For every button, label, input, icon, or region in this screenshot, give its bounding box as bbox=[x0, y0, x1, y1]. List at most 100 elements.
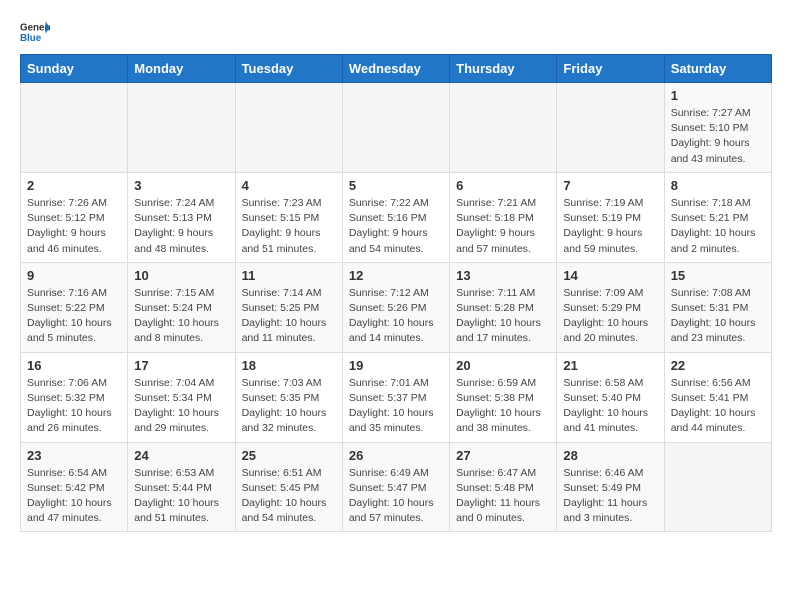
calendar-cell bbox=[128, 83, 235, 173]
calendar-cell: 7 Sunrise: 7:19 AMSunset: 5:19 PMDaylight… bbox=[557, 172, 664, 262]
day-number: 26 bbox=[349, 448, 443, 463]
weekday-header: Thursday bbox=[450, 55, 557, 83]
day-detail: Sunrise: 7:26 AMSunset: 5:12 PMDaylight:… bbox=[27, 196, 121, 257]
calendar-table: SundayMondayTuesdayWednesdayThursdayFrid… bbox=[20, 54, 772, 532]
day-number: 8 bbox=[671, 178, 765, 193]
day-detail: Sunrise: 7:06 AMSunset: 5:32 PMDaylight:… bbox=[27, 376, 121, 437]
day-number: 20 bbox=[456, 358, 550, 373]
calendar-cell: 9 Sunrise: 7:16 AMSunset: 5:22 PMDaylight… bbox=[21, 262, 128, 352]
day-number: 19 bbox=[349, 358, 443, 373]
day-number: 5 bbox=[349, 178, 443, 193]
day-detail: Sunrise: 7:03 AMSunset: 5:35 PMDaylight:… bbox=[242, 376, 336, 437]
calendar-cell bbox=[664, 442, 771, 532]
day-detail: Sunrise: 6:54 AMSunset: 5:42 PMDaylight:… bbox=[27, 466, 121, 527]
calendar-week-row: 1 Sunrise: 7:27 AMSunset: 5:10 PMDaylight… bbox=[21, 83, 772, 173]
calendar-cell: 26 Sunrise: 6:49 AMSunset: 5:47 PMDayligh… bbox=[342, 442, 449, 532]
calendar-cell: 2 Sunrise: 7:26 AMSunset: 5:12 PMDaylight… bbox=[21, 172, 128, 262]
day-number: 25 bbox=[242, 448, 336, 463]
logo: General Blue bbox=[20, 20, 50, 44]
day-detail: Sunrise: 7:27 AMSunset: 5:10 PMDaylight:… bbox=[671, 106, 765, 167]
calendar-cell: 12 Sunrise: 7:12 AMSunset: 5:26 PMDayligh… bbox=[342, 262, 449, 352]
day-detail: Sunrise: 7:21 AMSunset: 5:18 PMDaylight:… bbox=[456, 196, 550, 257]
calendar-cell: 20 Sunrise: 6:59 AMSunset: 5:38 PMDayligh… bbox=[450, 352, 557, 442]
calendar-cell: 19 Sunrise: 7:01 AMSunset: 5:37 PMDayligh… bbox=[342, 352, 449, 442]
day-number: 28 bbox=[563, 448, 657, 463]
day-number: 2 bbox=[27, 178, 121, 193]
calendar-cell: 15 Sunrise: 7:08 AMSunset: 5:31 PMDayligh… bbox=[664, 262, 771, 352]
page-header: General Blue bbox=[20, 20, 772, 44]
day-detail: Sunrise: 7:01 AMSunset: 5:37 PMDaylight:… bbox=[349, 376, 443, 437]
calendar-cell: 6 Sunrise: 7:21 AMSunset: 5:18 PMDaylight… bbox=[450, 172, 557, 262]
calendar-cell: 11Sunrise: 7:14 AMSunset: 5:25 PMDayligh… bbox=[235, 262, 342, 352]
day-number: 23 bbox=[27, 448, 121, 463]
calendar-cell: 23 Sunrise: 6:54 AMSunset: 5:42 PMDayligh… bbox=[21, 442, 128, 532]
day-detail: Sunrise: 6:49 AMSunset: 5:47 PMDaylight:… bbox=[349, 466, 443, 527]
day-number: 4 bbox=[242, 178, 336, 193]
calendar-cell: 13 Sunrise: 7:11 AMSunset: 5:28 PMDayligh… bbox=[450, 262, 557, 352]
day-detail: Sunrise: 6:47 AMSunset: 5:48 PMDaylight:… bbox=[456, 466, 550, 527]
weekday-header: Wednesday bbox=[342, 55, 449, 83]
day-detail: Sunrise: 7:23 AMSunset: 5:15 PMDaylight:… bbox=[242, 196, 336, 257]
day-detail: Sunrise: 7:24 AMSunset: 5:13 PMDaylight:… bbox=[134, 196, 228, 257]
day-detail: Sunrise: 7:04 AMSunset: 5:34 PMDaylight:… bbox=[134, 376, 228, 437]
calendar-body: 1 Sunrise: 7:27 AMSunset: 5:10 PMDaylight… bbox=[21, 83, 772, 532]
day-number: 11 bbox=[242, 268, 336, 283]
day-number: 15 bbox=[671, 268, 765, 283]
calendar-cell: 21 Sunrise: 6:58 AMSunset: 5:40 PMDayligh… bbox=[557, 352, 664, 442]
calendar-cell: 10 Sunrise: 7:15 AMSunset: 5:24 PMDayligh… bbox=[128, 262, 235, 352]
weekday-row: SundayMondayTuesdayWednesdayThursdayFrid… bbox=[21, 55, 772, 83]
day-number: 7 bbox=[563, 178, 657, 193]
calendar-cell bbox=[235, 83, 342, 173]
svg-text:Blue: Blue bbox=[20, 33, 42, 44]
day-detail: Sunrise: 6:46 AMSunset: 5:49 PMDaylight:… bbox=[563, 466, 657, 527]
day-detail: Sunrise: 6:56 AMSunset: 5:41 PMDaylight:… bbox=[671, 376, 765, 437]
day-detail: Sunrise: 6:58 AMSunset: 5:40 PMDaylight:… bbox=[563, 376, 657, 437]
calendar-cell: 3 Sunrise: 7:24 AMSunset: 5:13 PMDaylight… bbox=[128, 172, 235, 262]
day-detail: Sunrise: 6:59 AMSunset: 5:38 PMDaylight:… bbox=[456, 376, 550, 437]
calendar-cell: 1 Sunrise: 7:27 AMSunset: 5:10 PMDaylight… bbox=[664, 83, 771, 173]
logo-icon: General Blue bbox=[20, 20, 50, 44]
day-detail: Sunrise: 7:18 AMSunset: 5:21 PMDaylight:… bbox=[671, 196, 765, 257]
weekday-header: Sunday bbox=[21, 55, 128, 83]
day-detail: Sunrise: 6:53 AMSunset: 5:44 PMDaylight:… bbox=[134, 466, 228, 527]
calendar-header: SundayMondayTuesdayWednesdayThursdayFrid… bbox=[21, 55, 772, 83]
day-detail: Sunrise: 7:16 AMSunset: 5:22 PMDaylight:… bbox=[27, 286, 121, 347]
calendar-cell: 5 Sunrise: 7:22 AMSunset: 5:16 PMDaylight… bbox=[342, 172, 449, 262]
day-number: 14 bbox=[563, 268, 657, 283]
calendar-cell bbox=[21, 83, 128, 173]
day-detail: Sunrise: 7:09 AMSunset: 5:29 PMDaylight:… bbox=[563, 286, 657, 347]
day-detail: Sunrise: 7:19 AMSunset: 5:19 PMDaylight:… bbox=[563, 196, 657, 257]
day-detail: Sunrise: 7:22 AMSunset: 5:16 PMDaylight:… bbox=[349, 196, 443, 257]
day-detail: Sunrise: 7:11 AMSunset: 5:28 PMDaylight:… bbox=[456, 286, 550, 347]
day-number: 12 bbox=[349, 268, 443, 283]
calendar-cell: 16 Sunrise: 7:06 AMSunset: 5:32 PMDayligh… bbox=[21, 352, 128, 442]
day-number: 18 bbox=[242, 358, 336, 373]
day-number: 13 bbox=[456, 268, 550, 283]
day-number: 3 bbox=[134, 178, 228, 193]
day-number: 1 bbox=[671, 88, 765, 103]
day-detail: Sunrise: 6:51 AMSunset: 5:45 PMDaylight:… bbox=[242, 466, 336, 527]
day-number: 21 bbox=[563, 358, 657, 373]
day-detail: Sunrise: 7:15 AMSunset: 5:24 PMDaylight:… bbox=[134, 286, 228, 347]
calendar-cell bbox=[342, 83, 449, 173]
day-number: 9 bbox=[27, 268, 121, 283]
day-detail: Sunrise: 7:08 AMSunset: 5:31 PMDaylight:… bbox=[671, 286, 765, 347]
day-number: 22 bbox=[671, 358, 765, 373]
calendar-cell: 4 Sunrise: 7:23 AMSunset: 5:15 PMDaylight… bbox=[235, 172, 342, 262]
weekday-header: Friday bbox=[557, 55, 664, 83]
weekday-header: Saturday bbox=[664, 55, 771, 83]
calendar-week-row: 2 Sunrise: 7:26 AMSunset: 5:12 PMDaylight… bbox=[21, 172, 772, 262]
day-number: 16 bbox=[27, 358, 121, 373]
day-number: 6 bbox=[456, 178, 550, 193]
day-number: 17 bbox=[134, 358, 228, 373]
calendar-cell: 17 Sunrise: 7:04 AMSunset: 5:34 PMDayligh… bbox=[128, 352, 235, 442]
day-number: 10 bbox=[134, 268, 228, 283]
day-detail: Sunrise: 7:12 AMSunset: 5:26 PMDaylight:… bbox=[349, 286, 443, 347]
weekday-header: Tuesday bbox=[235, 55, 342, 83]
calendar-week-row: 16 Sunrise: 7:06 AMSunset: 5:32 PMDayligh… bbox=[21, 352, 772, 442]
calendar-week-row: 23 Sunrise: 6:54 AMSunset: 5:42 PMDayligh… bbox=[21, 442, 772, 532]
calendar-cell: 28 Sunrise: 6:46 AMSunset: 5:49 PMDayligh… bbox=[557, 442, 664, 532]
calendar-cell bbox=[557, 83, 664, 173]
calendar-cell: 24 Sunrise: 6:53 AMSunset: 5:44 PMDayligh… bbox=[128, 442, 235, 532]
day-number: 24 bbox=[134, 448, 228, 463]
